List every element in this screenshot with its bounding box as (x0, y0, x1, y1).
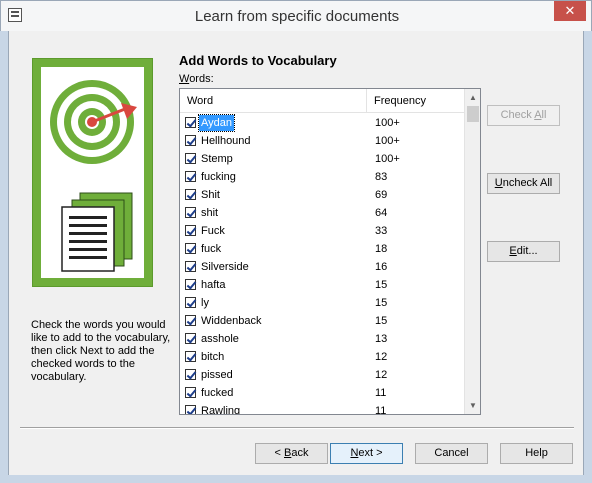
frequency-cell: 83 (375, 171, 388, 183)
list-item[interactable]: Stemp 100+ (180, 150, 464, 168)
word-cell: fucked (201, 387, 234, 399)
list-item[interactable]: Silverside 16 (180, 258, 464, 276)
checkbox[interactable] (185, 117, 196, 128)
checkbox[interactable] (185, 189, 196, 200)
checkbox[interactable] (185, 351, 196, 362)
list-rows: Aydan 100+ Hellhound 100+ Stemp 100+ fucking 83… (180, 114, 464, 415)
page-heading: Add Words to Vocabulary (179, 53, 337, 68)
frequency-cell: 100+ (375, 153, 400, 165)
illustration-panel (41, 67, 144, 278)
checkbox[interactable] (185, 333, 196, 344)
word-cell: shit (201, 207, 219, 219)
edit-button[interactable]: Edit... (487, 241, 560, 262)
column-header-word[interactable]: Word (180, 89, 367, 113)
checkbox[interactable] (185, 315, 196, 326)
word-cell: Widdenback (201, 315, 262, 327)
list-item[interactable]: asshole 13 (180, 330, 464, 348)
help-button[interactable]: Help (500, 443, 573, 464)
window-title: Learn from specific documents (194, 8, 400, 25)
word-cell: fucking (201, 171, 236, 183)
word-cell: Fuck (201, 225, 225, 237)
list-header: Word Frequency (180, 89, 464, 113)
check-all-button[interactable]: Check All (487, 105, 560, 126)
word-cell: Silverside (201, 261, 249, 273)
checkbox[interactable] (185, 135, 196, 146)
arrow-down-icon[interactable]: ▼ (465, 397, 480, 414)
target-documents-illustration (32, 58, 153, 287)
checkbox[interactable] (185, 171, 196, 182)
list-item[interactable]: Hellhound 100+ (180, 132, 464, 150)
frequency-cell: 16 (375, 261, 388, 273)
close-icon: ✕ (564, 3, 576, 18)
word-cell: pissed (201, 369, 233, 381)
list-item[interactable]: Widdenback 15 (180, 312, 464, 330)
list-item[interactable]: fuck 18 (180, 240, 464, 258)
word-cell: Shit (201, 189, 220, 201)
frequency-cell: 15 (375, 315, 388, 327)
frequency-cell: 13 (375, 333, 388, 345)
list-item[interactable]: hafta 15 (180, 276, 464, 294)
list-item[interactable]: Shit 69 (180, 186, 464, 204)
column-header-frequency[interactable]: Frequency (368, 89, 464, 113)
list-item[interactable]: pissed 12 (180, 366, 464, 384)
list-item[interactable]: fucking 83 (180, 168, 464, 186)
words-listview[interactable]: Word Frequency Aydan 100+ Hellhound 100+ Ste… (179, 88, 481, 415)
window-frame-bottom (0, 475, 592, 483)
word-cell: hafta (201, 279, 226, 291)
frequency-cell: 100+ (375, 117, 400, 129)
frequency-cell: 18 (375, 243, 388, 255)
list-item[interactable]: fucked 11 (180, 384, 464, 402)
arrow-up-icon[interactable]: ▲ (465, 89, 480, 106)
frequency-cell: 15 (375, 279, 388, 291)
checkbox[interactable] (185, 279, 196, 290)
words-label: Words: (179, 73, 214, 85)
checkbox[interactable] (185, 261, 196, 272)
frequency-cell: 69 (375, 189, 388, 201)
frequency-cell: 64 (375, 207, 388, 219)
frequency-cell: 15 (375, 297, 388, 309)
word-cell: Rawling (201, 405, 241, 415)
target-icon (50, 80, 137, 272)
title-bar[interactable]: Learn from specific documents ✕ (0, 0, 592, 31)
frequency-cell: 12 (375, 351, 388, 363)
word-cell: bitch (201, 351, 225, 363)
checkbox[interactable] (185, 243, 196, 254)
back-button[interactable]: < Back (255, 443, 328, 464)
next-button[interactable]: Next > (330, 443, 403, 464)
list-item[interactable]: Rawling 11 (180, 402, 464, 415)
checkbox[interactable] (185, 405, 196, 414)
word-cell: Stemp (201, 153, 233, 165)
word-cell: Hellhound (201, 135, 251, 147)
checkbox[interactable] (185, 387, 196, 398)
frequency-cell: 11 (375, 405, 387, 415)
list-item[interactable]: shit 64 (180, 204, 464, 222)
list-item[interactable]: bitch 12 (180, 348, 464, 366)
checkbox[interactable] (185, 297, 196, 308)
frequency-cell: 12 (375, 369, 388, 381)
word-cell: fuck (201, 243, 222, 255)
footer-separator (20, 427, 574, 429)
checkbox[interactable] (185, 225, 196, 236)
frequency-cell: 100+ (375, 135, 400, 147)
uncheck-all-button[interactable]: Uncheck All (487, 173, 560, 194)
close-button[interactable]: ✕ (554, 1, 586, 21)
checkbox[interactable] (185, 369, 196, 380)
word-cell: Aydan (198, 114, 235, 132)
list-item[interactable]: Fuck 33 (180, 222, 464, 240)
instructions-text: Check the words you would like to add to… (31, 319, 171, 383)
word-cell: ly (201, 297, 209, 309)
vertical-scrollbar[interactable]: ▲ ▼ (464, 89, 480, 414)
word-cell: asshole (201, 333, 239, 345)
checkbox[interactable] (185, 207, 196, 218)
cancel-button[interactable]: Cancel (415, 443, 488, 464)
scrollbar-thumb[interactable] (467, 106, 479, 122)
frequency-cell: 11 (375, 387, 387, 399)
checkbox[interactable] (185, 153, 196, 164)
documents-stack (61, 192, 133, 272)
list-item[interactable]: Aydan 100+ (180, 114, 464, 132)
frequency-cell: 33 (375, 225, 388, 237)
wizard-page: Check the words you would like to add to… (8, 31, 584, 475)
list-item[interactable]: ly 15 (180, 294, 464, 312)
